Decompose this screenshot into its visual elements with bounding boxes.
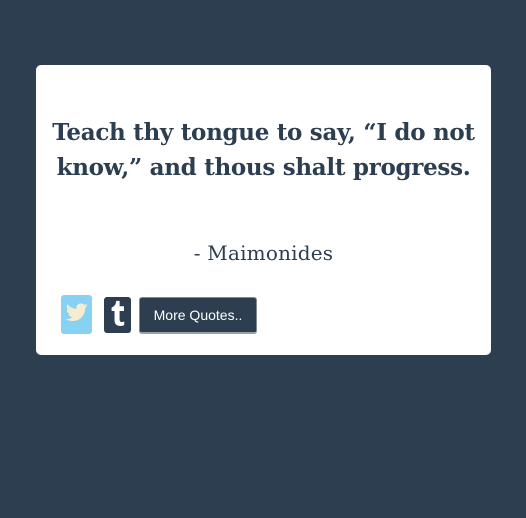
twitter-bird-icon [65,303,88,326]
quote-author: - Maimonides [193,241,334,265]
quote-card: Teach thy tongue to say, “I do not know,… [36,65,491,355]
tweet-quote-button[interactable] [61,295,92,334]
quote-text: Teach thy tongue to say, “I do not know,… [52,119,475,181]
more-quotes-button[interactable]: More Quotes.. [139,297,257,334]
tumblr-t-icon [111,300,125,330]
tumblr-share-button[interactable] [104,297,131,333]
